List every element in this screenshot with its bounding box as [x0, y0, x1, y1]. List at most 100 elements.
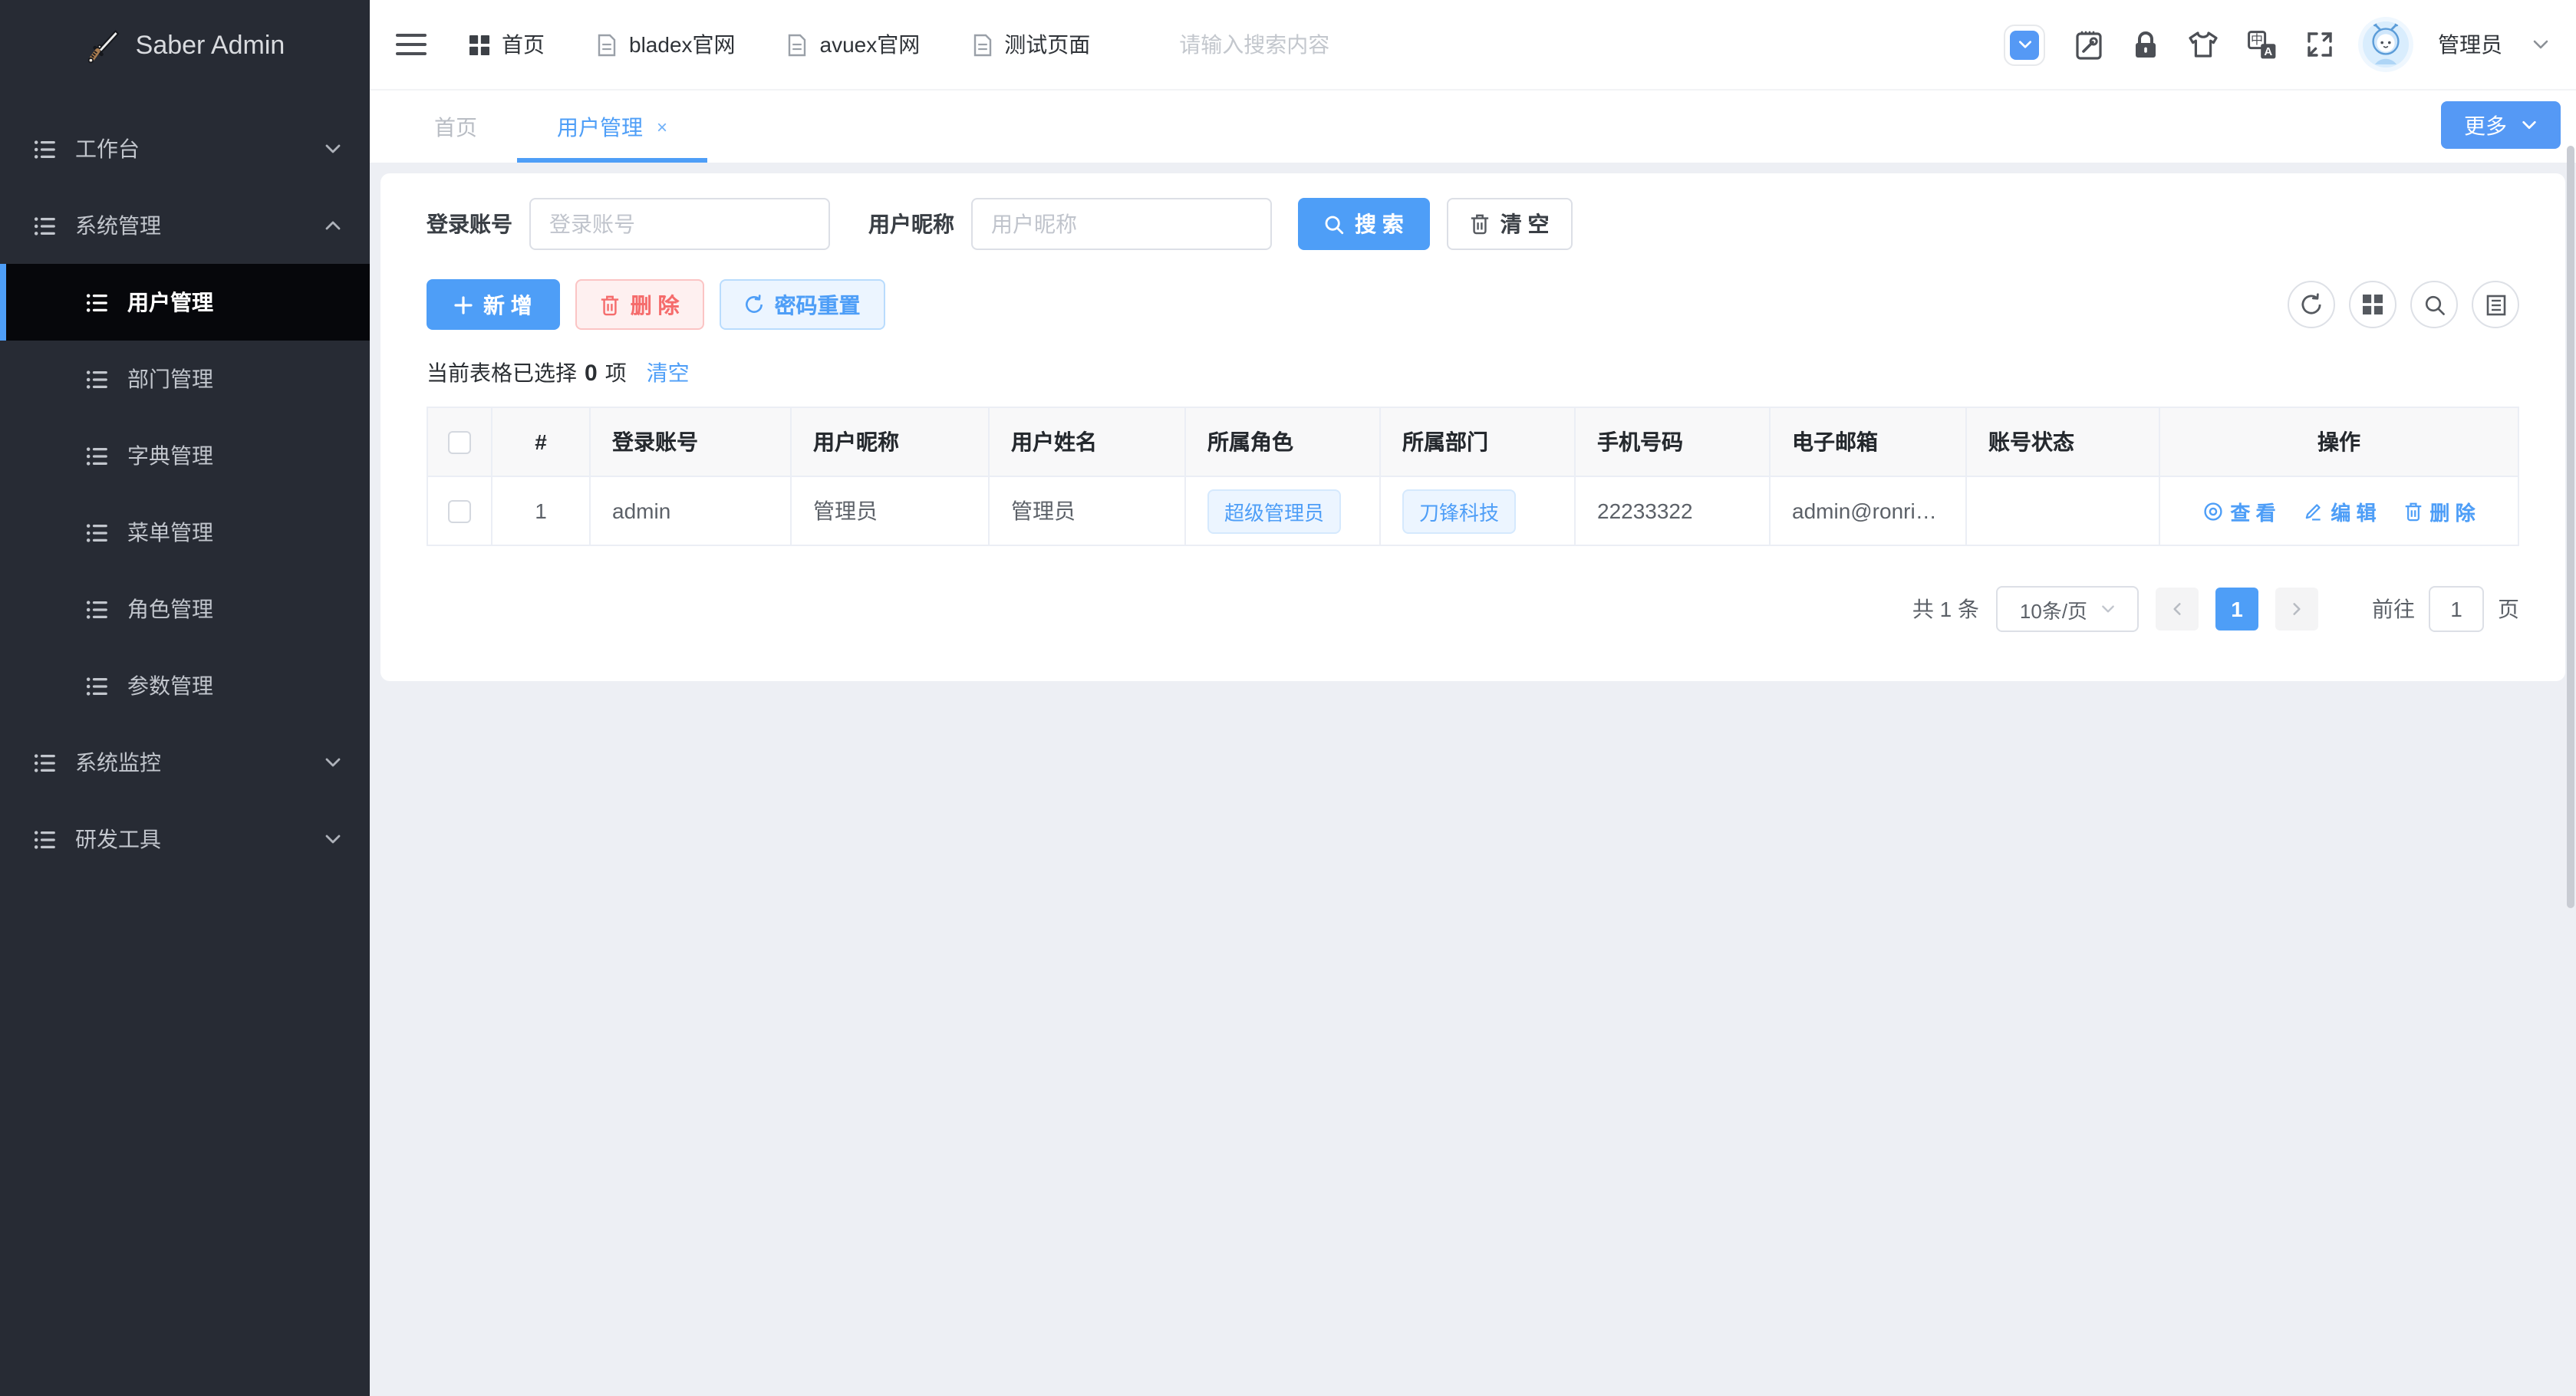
- sidebar-item-label: 菜单管理: [127, 520, 213, 545]
- sidebar-item-dev-tools[interactable]: 研发工具: [0, 801, 370, 877]
- search-button[interactable]: 搜 索: [1298, 198, 1430, 250]
- vertical-scrollbar[interactable]: [2567, 146, 2574, 908]
- top-menu-test-page[interactable]: 测试页面: [972, 29, 1090, 60]
- refresh-icon: [744, 295, 764, 314]
- user-menu-chevron-icon[interactable]: [2532, 35, 2550, 54]
- chevron-down-icon: [324, 140, 342, 158]
- prev-page-button[interactable]: [2156, 588, 2199, 631]
- username-label[interactable]: 管理员: [2438, 29, 2502, 60]
- current-page-button[interactable]: 1: [2215, 588, 2258, 631]
- view-link[interactable]: 查 看: [2202, 496, 2276, 525]
- sidebar: Saber Admin 工作台 系统管理 用户管理 部门管理 字典管理 菜单管理…: [0, 0, 370, 1396]
- tab-close-icon[interactable]: ×: [657, 116, 667, 137]
- theme-shirt-icon[interactable]: [2188, 31, 2219, 58]
- nickname-input[interactable]: [971, 198, 1272, 250]
- role-tag[interactable]: 超级管理员: [1207, 489, 1342, 533]
- sidebar-item-label: 系统监控: [75, 750, 161, 775]
- edit-label: 编 辑: [2331, 501, 2377, 524]
- goto-label: 前往: [2372, 597, 2415, 621]
- document-icon: [788, 33, 808, 56]
- table-header-row: # 登录账号 用户昵称 用户姓名 所属角色 所属部门 手机号码 电子邮箱 账号状…: [427, 407, 2519, 477]
- selection-text-after: 项: [604, 361, 627, 385]
- chevron-down-icon: [324, 753, 342, 772]
- row-checkbox[interactable]: [448, 500, 471, 524]
- top-menu-avuex[interactable]: avuex官网: [788, 29, 920, 60]
- tab-strip: 首页 用户管理 × 更多: [370, 91, 2576, 163]
- top-menu-toggle-button[interactable]: [2004, 24, 2045, 65]
- next-page-button[interactable]: [2275, 588, 2318, 631]
- page-size-select[interactable]: 10条/页: [1996, 586, 2139, 632]
- list-icon: [86, 598, 109, 621]
- edit-link[interactable]: 编 辑: [2303, 496, 2377, 525]
- search-toggle-button[interactable]: [2410, 281, 2458, 328]
- tabs-more-label: 更多: [2464, 113, 2507, 137]
- top-menu-bladex[interactable]: bladex官网: [597, 29, 736, 60]
- sidebar-item-user-mgmt[interactable]: 用户管理: [0, 264, 370, 341]
- top-menu-home[interactable]: 首页: [469, 29, 545, 60]
- delete-button[interactable]: 删 除: [575, 279, 704, 330]
- col-actions: 操作: [2159, 407, 2519, 477]
- list-icon: [34, 214, 57, 237]
- toolbar-row: 新 增 删 除 密码重置: [427, 279, 2519, 330]
- tab-home[interactable]: 首页: [394, 91, 517, 163]
- sidebar-item-role-mgmt[interactable]: 角色管理: [0, 571, 370, 647]
- global-search-input[interactable]: [1179, 32, 1487, 57]
- tab-user-mgmt[interactable]: 用户管理 ×: [517, 91, 708, 163]
- active-tab-underline: [517, 158, 708, 163]
- delete-button-label: 删 除: [630, 292, 680, 317]
- user-avatar[interactable]: [2363, 21, 2409, 67]
- chevron-down-icon: [2100, 601, 2115, 617]
- delete-link[interactable]: 删 除: [2403, 496, 2476, 525]
- refresh-table-button[interactable]: [2288, 281, 2335, 328]
- translate-icon[interactable]: 中 A: [2248, 30, 2277, 59]
- nickname-label: 用户昵称: [868, 212, 954, 236]
- page-unit-label: 页: [2498, 597, 2519, 621]
- list-icon: [34, 751, 57, 774]
- clear-button[interactable]: 清 空: [1446, 198, 1573, 250]
- select-all-checkbox[interactable]: [448, 431, 471, 455]
- page-size-value: 10条/页: [2019, 599, 2088, 622]
- account-input[interactable]: [529, 198, 830, 250]
- selection-clear-link[interactable]: 清空: [647, 357, 690, 388]
- add-button[interactable]: 新 增: [427, 279, 560, 330]
- column-settings-button[interactable]: [2472, 281, 2519, 328]
- reset-password-label: 密码重置: [774, 292, 861, 317]
- dept-tag[interactable]: 刀锋科技: [1402, 489, 1517, 533]
- sidebar-item-menu-mgmt[interactable]: 菜单管理: [0, 494, 370, 571]
- goto-page-input[interactable]: [2429, 586, 2484, 632]
- debug-tools-icon[interactable]: [2074, 29, 2103, 60]
- sidebar-item-label: 研发工具: [75, 827, 161, 851]
- sidebar-item-workbench[interactable]: 工作台: [0, 110, 370, 187]
- collapse-sidebar-button[interactable]: [396, 28, 427, 61]
- sidebar-item-label: 工作台: [75, 137, 140, 161]
- col-dept: 所属部门: [1379, 407, 1576, 477]
- fullscreen-icon[interactable]: [2306, 31, 2334, 58]
- col-role: 所属角色: [1184, 407, 1381, 477]
- sidebar-item-label: 部门管理: [127, 367, 213, 391]
- tabs-more-button[interactable]: 更多: [2441, 101, 2561, 149]
- grid-view-button[interactable]: [2349, 281, 2396, 328]
- total-count-label: 共 1 条: [1912, 597, 1979, 621]
- chevron-down-icon: [2521, 117, 2538, 133]
- chevron-up-icon: [324, 216, 342, 235]
- app-logo[interactable]: Saber Admin: [0, 0, 370, 91]
- trash-icon: [1470, 213, 1490, 235]
- sidebar-item-label: 角色管理: [127, 597, 213, 621]
- edit-pencil-icon: [2303, 501, 2323, 521]
- top-menu-label: 首页: [502, 32, 545, 57]
- sidebar-item-dict-mgmt[interactable]: 字典管理: [0, 417, 370, 494]
- table-tools: [2288, 281, 2519, 328]
- sidebar-item-label: 系统管理: [75, 213, 161, 238]
- sidebar-item-system-monitor[interactable]: 系统监控: [0, 724, 370, 801]
- main-content: 登录账号 用户昵称 搜 索 清 空 新 增: [370, 163, 2576, 1396]
- list-icon: [34, 828, 57, 851]
- lock-icon[interactable]: [2133, 30, 2159, 59]
- reset-password-button[interactable]: 密码重置: [719, 279, 885, 330]
- users-table: # 登录账号 用户昵称 用户姓名 所属角色 所属部门 手机号码 电子邮箱 账号状…: [427, 407, 2519, 546]
- sidebar-item-system-mgmt[interactable]: 系统管理: [0, 187, 370, 264]
- col-account: 登录账号: [589, 407, 792, 477]
- selection-count: 0: [585, 360, 598, 386]
- sidebar-item-param-mgmt[interactable]: 参数管理: [0, 647, 370, 724]
- sidebar-item-dept-mgmt[interactable]: 部门管理: [0, 341, 370, 417]
- chevron-down-icon: [324, 830, 342, 848]
